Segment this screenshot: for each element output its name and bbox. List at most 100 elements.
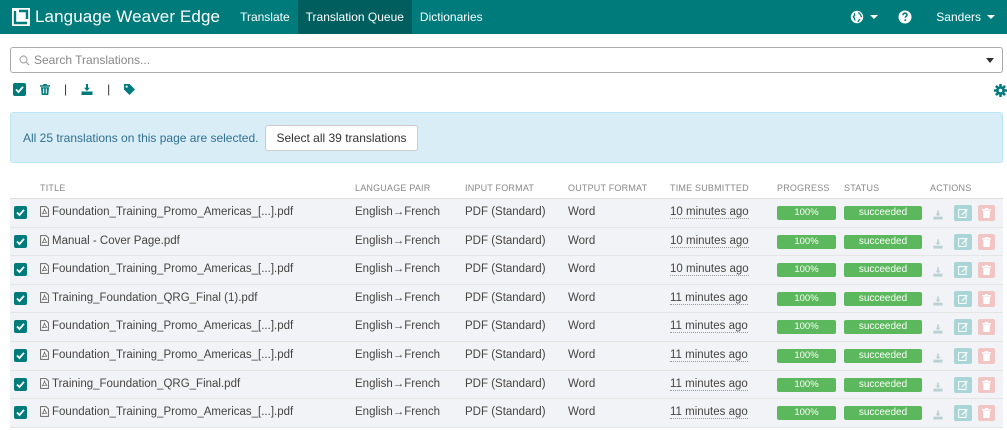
search-input[interactable] <box>30 49 986 71</box>
table-row[interactable]: Foundation_Training_Promo_Americas_[...]… <box>10 341 1003 371</box>
row-checkbox[interactable] <box>14 291 27 305</box>
checkbox-checked-icon <box>16 380 25 388</box>
select-all-translations-button[interactable]: Select all 39 translations <box>265 124 418 151</box>
settings-button[interactable] <box>994 84 1007 102</box>
row-edit-button[interactable] <box>954 405 972 422</box>
row-language-pair: English→French <box>355 377 441 390</box>
table-row[interactable]: Manual - Cover Page.pdf English→French P… <box>10 227 1003 257</box>
row-checkbox[interactable] <box>14 406 27 420</box>
nav-dictionaries[interactable]: Dictionaries <box>412 0 491 34</box>
edit-icon <box>958 294 968 304</box>
row-delete-button[interactable] <box>978 290 995 307</box>
chevron-down-icon <box>870 15 879 19</box>
row-delete-button[interactable] <box>978 205 995 221</box>
row-language-pair: English→French <box>355 291 441 304</box>
row-edit-button[interactable] <box>954 347 972 364</box>
row-title-cell[interactable]: Foundation_Training_Promo_Americas_[...]… <box>40 206 293 218</box>
download-icon <box>933 381 943 392</box>
header-title[interactable]: Title <box>40 183 66 193</box>
row-download-button[interactable] <box>933 379 943 397</box>
row-output-format: Word <box>568 320 596 333</box>
row-checkbox[interactable] <box>14 206 27 219</box>
search-box[interactable] <box>10 47 1003 73</box>
help-button[interactable] <box>888 0 922 34</box>
row-checkbox[interactable] <box>14 234 27 248</box>
download-selected-button[interactable] <box>81 83 93 95</box>
download-icon <box>933 410 943 420</box>
row-download-button[interactable] <box>933 236 943 254</box>
row-time-submitted: 11 minutes ago <box>670 377 748 391</box>
row-delete-button[interactable] <box>978 319 995 336</box>
row-language-pair: English→French <box>355 348 441 361</box>
row-status-badge: succeeded <box>844 263 922 278</box>
header-progress[interactable]: Progress <box>777 183 830 193</box>
row-edit-button[interactable] <box>954 262 972 279</box>
table-row[interactable]: Foundation_Training_Promo_Americas_[...]… <box>10 199 1003 228</box>
row-edit-button[interactable] <box>954 319 972 336</box>
download-icon <box>81 83 93 95</box>
delete-selected-button[interactable] <box>40 83 50 95</box>
row-delete-button[interactable] <box>978 262 995 279</box>
tag-selected-button[interactable] <box>124 83 136 95</box>
row-delete-button[interactable] <box>978 405 995 422</box>
row-title-cell[interactable]: Training_Foundation_QRG_Final.pdf <box>40 378 240 390</box>
row-checkbox[interactable] <box>14 348 27 362</box>
language-menu[interactable] <box>840 0 888 34</box>
row-title-cell[interactable]: Training_Foundation_QRG_Final (1).pdf <box>40 292 257 304</box>
pdf-file-icon <box>40 320 49 332</box>
row-download-button[interactable] <box>933 321 943 339</box>
table-row[interactable]: Foundation_Training_Promo_Americas_[...]… <box>10 256 1003 285</box>
tag-icon <box>124 83 136 95</box>
row-output-format: Word <box>568 377 596 390</box>
row-download-button[interactable] <box>933 407 943 425</box>
row-download-button[interactable] <box>933 207 943 225</box>
row-checkbox[interactable] <box>14 377 27 391</box>
user-menu[interactable]: Sanders <box>922 0 1007 34</box>
row-download-button[interactable] <box>933 350 943 368</box>
row-edit-button[interactable] <box>954 290 972 307</box>
row-edit-button[interactable] <box>954 233 972 250</box>
table-row[interactable]: Training_Foundation_QRG_Final.pdf Englis… <box>10 370 1003 400</box>
row-progress-bar: 100% <box>777 291 836 306</box>
nav-translate[interactable]: Translate <box>232 0 298 34</box>
checkbox-checked-icon <box>16 409 25 417</box>
row-download-button[interactable] <box>933 264 943 282</box>
row-delete-button[interactable] <box>978 347 995 364</box>
row-title-cell[interactable]: Foundation_Training_Promo_Americas_[...]… <box>40 349 293 361</box>
header-language-pair[interactable]: Language Pair <box>355 183 430 193</box>
row-title-cell[interactable]: Foundation_Training_Promo_Americas_[...]… <box>40 263 293 275</box>
row-status-badge: succeeded <box>844 406 922 421</box>
row-progress-bar: 100% <box>777 263 836 278</box>
header-status[interactable]: Status <box>844 183 879 193</box>
header-output-format[interactable]: Output Format <box>568 183 647 193</box>
brand[interactable]: Language Weaver Edge <box>0 0 232 34</box>
row-title-cell[interactable]: Foundation_Training_Promo_Americas_[...]… <box>40 406 293 418</box>
checkbox-checked-icon <box>16 209 25 217</box>
row-title: Manual - Cover Page.pdf <box>52 234 180 247</box>
row-delete-button[interactable] <box>978 233 995 250</box>
row-delete-button[interactable] <box>978 376 995 393</box>
table-row[interactable]: Foundation_Training_Promo_Americas_[...]… <box>10 313 1003 342</box>
row-title: Training_Foundation_QRG_Final.pdf <box>52 377 241 390</box>
row-download-button[interactable] <box>933 293 943 311</box>
table-row[interactable]: Training_Foundation_QRG_Final (1).pdf En… <box>10 284 1003 314</box>
trash-icon <box>982 236 991 247</box>
row-edit-button[interactable] <box>954 205 972 221</box>
row-language-pair: English→French <box>355 206 441 218</box>
pdf-file-icon <box>40 406 49 418</box>
row-edit-button[interactable] <box>954 376 972 393</box>
header-input-format[interactable]: Input Format <box>465 183 534 193</box>
select-all-checkbox[interactable] <box>13 82 26 96</box>
nav-translation-queue[interactable]: Translation Queue <box>297 0 412 34</box>
row-checkbox[interactable] <box>14 263 27 277</box>
row-progress-bar: 100% <box>777 406 836 421</box>
row-checkbox[interactable] <box>14 320 27 334</box>
row-language-pair: English→French <box>355 320 441 333</box>
download-icon <box>933 324 943 334</box>
translations-table: Title Language Pair Input Format Output … <box>10 179 1003 428</box>
search-dropdown-caret-icon[interactable] <box>986 57 994 63</box>
row-title-cell[interactable]: Manual - Cover Page.pdf <box>40 235 180 247</box>
row-title-cell[interactable]: Foundation_Training_Promo_Americas_[...]… <box>40 320 293 332</box>
table-row[interactable]: Foundation_Training_Promo_Americas_[...]… <box>10 399 1003 428</box>
header-time-submitted[interactable]: Time Submitted <box>670 183 749 193</box>
